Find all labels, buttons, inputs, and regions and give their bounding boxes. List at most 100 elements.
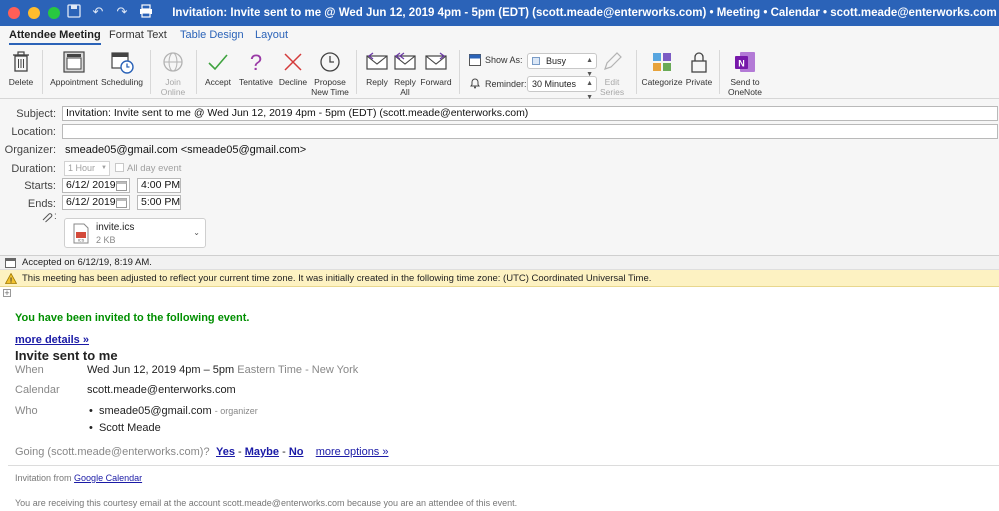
tentative-button[interactable]: ? Tentative — [236, 49, 276, 87]
rsvp-yes-link[interactable]: Yes — [216, 446, 235, 458]
scheduling-button[interactable]: Scheduling — [100, 49, 144, 87]
edit-series-label: Edit Series — [600, 77, 625, 97]
reminder-value: 30 Minutes — [532, 79, 577, 89]
meeting-form: Subject: Invitation: Invite sent to me @… — [0, 99, 999, 256]
lock-icon — [691, 52, 707, 73]
accept-button[interactable]: Accept — [200, 49, 236, 87]
busy-swatch — [532, 57, 540, 65]
tab-format-text[interactable]: Format Text — [109, 29, 167, 41]
ends-label: Ends: — [27, 198, 56, 210]
join-online-label: Join Online — [160, 77, 186, 97]
calendar-small-icon — [5, 258, 16, 268]
reply-button[interactable]: Reply — [362, 49, 392, 87]
accepted-bar: Accepted on 6/12/19, 8:19 AM. — [0, 256, 999, 270]
start-time-field[interactable]: 4:00 PM — [137, 178, 181, 193]
location-label: Location: — [11, 126, 56, 138]
private-button[interactable]: Private — [685, 49, 713, 87]
appointment-button[interactable]: Appointment — [48, 49, 100, 87]
rsvp-links: Yes - Maybe - No more options » — [216, 446, 388, 458]
categorize-button[interactable]: Categorize — [641, 49, 683, 87]
duration-select[interactable]: 1 Hour ▼ — [64, 161, 110, 176]
start-date-value: 6/12/ 2019 — [66, 179, 116, 191]
svg-text:!: ! — [10, 278, 12, 285]
minimize-window-button[interactable] — [28, 7, 40, 19]
end-date-field[interactable]: 6/12/ 2019 — [62, 195, 130, 210]
reply-all-label: Reply All — [394, 77, 416, 97]
subject-field[interactable]: Invitation: Invite sent to me @ Wed Jun … — [62, 106, 998, 121]
decline-button[interactable]: Decline — [276, 49, 310, 87]
send-to-onenote-label: Send to OneNote — [727, 77, 763, 97]
calendar-value: scott.meade@enterworks.com — [87, 384, 236, 396]
start-date-field[interactable]: 6/12/ 2019 — [62, 178, 130, 193]
forward-button[interactable]: Forward — [420, 49, 452, 87]
tab-attendee-meeting[interactable]: Attendee Meeting — [9, 29, 101, 45]
redo-icon[interactable]: ↷ — [114, 4, 130, 20]
onenote-icon: N — [735, 52, 755, 72]
undo-icon[interactable]: ↶ — [90, 4, 106, 20]
calendar-label: Calendar — [15, 384, 60, 396]
more-options-link[interactable]: more options » — [316, 446, 389, 458]
invited-heading: You have been invited to the following e… — [15, 312, 250, 324]
join-online-button[interactable]: Join Online — [155, 49, 191, 97]
attachment-name: invite.ics — [96, 222, 135, 233]
timezone-notice: This meeting has been adjusted to reflec… — [22, 273, 652, 284]
save-icon[interactable] — [66, 4, 82, 20]
edit-series-button[interactable]: Edit Series — [599, 49, 625, 97]
calendar-icon[interactable] — [116, 197, 127, 209]
categorize-icon — [653, 53, 671, 71]
accept-label: Accept — [205, 77, 231, 87]
reminder-select[interactable]: 30 Minutes ▲ ▼ — [527, 76, 597, 101]
courtesy-text: You are receiving this courtesy email at… — [15, 498, 518, 508]
reply-all-button[interactable]: Reply All — [392, 49, 418, 97]
propose-new-time-button[interactable]: Propose New Time — [310, 49, 350, 97]
end-time-field[interactable]: 5:00 PM — [137, 195, 181, 210]
chevron-down-icon[interactable]: ⌄ — [193, 228, 200, 237]
location-field[interactable] — [62, 124, 998, 139]
rsvp-maybe-link[interactable]: Maybe — [245, 446, 279, 458]
scheduling-label: Scheduling — [100, 77, 144, 87]
delete-label: Delete — [8, 77, 34, 87]
timezone-warning-bar: ! This meeting has been adjusted to refl… — [0, 270, 999, 287]
calendar-clock-icon — [111, 52, 134, 74]
list-item: • smeade05@gmail.com - organizer — [89, 405, 258, 417]
ribbon-tabs: Attendee Meeting Format Text Table Desig… — [0, 26, 999, 46]
divider — [8, 465, 999, 466]
duration-value: 1 Hour — [68, 163, 96, 173]
warning-icon: ! — [5, 273, 17, 284]
zoom-window-button[interactable] — [48, 7, 60, 19]
close-window-button[interactable] — [8, 7, 20, 19]
window-controls — [8, 7, 60, 19]
rsvp-separator: - — [238, 446, 242, 458]
forward-icon — [425, 52, 447, 70]
google-calendar-link[interactable]: Google Calendar — [74, 473, 142, 483]
send-to-onenote-button[interactable]: N Send to OneNote — [725, 49, 765, 97]
all-day-checkbox[interactable] — [115, 163, 124, 172]
calendar-icon[interactable] — [116, 180, 127, 192]
propose-new-time-label: Propose New Time — [311, 77, 349, 97]
tab-layout[interactable]: Layout — [255, 29, 288, 41]
show-as-value: Busy — [546, 56, 567, 66]
rsvp-separator: - — [282, 446, 286, 458]
list-item: • Scott Meade — [89, 422, 161, 434]
attachment-card[interactable]: ICS invite.ics 2 KB ⌄ — [64, 218, 206, 248]
attendee-name: Scott Meade — [98, 422, 161, 434]
x-mark-icon — [284, 53, 302, 71]
ics-file-icon: ICS — [73, 223, 89, 244]
show-as-label: Show As: — [485, 55, 523, 65]
show-as-select[interactable]: Busy ▲ ▼ — [527, 53, 597, 78]
globe-icon — [163, 52, 183, 72]
tab-table-design[interactable]: Table Design — [180, 29, 244, 41]
expand-icon[interactable]: + — [3, 289, 11, 298]
all-day-label: All day event — [127, 163, 182, 174]
more-details-link[interactable]: more details » — [15, 334, 89, 346]
when-label: When — [15, 364, 44, 376]
decline-label: Decline — [278, 77, 308, 87]
attendee-role: - organizer — [214, 406, 258, 416]
quick-access-toolbar: ↶ ↷ — [66, 4, 154, 20]
clock-icon — [320, 52, 340, 72]
rsvp-no-link[interactable]: No — [289, 446, 304, 458]
when-time: Wed Jun 12, 2019 4pm – 5pm — [87, 364, 235, 376]
delete-button[interactable]: Delete — [6, 49, 36, 87]
who-label: Who — [15, 405, 38, 417]
attachment-label: : — [54, 211, 57, 222]
